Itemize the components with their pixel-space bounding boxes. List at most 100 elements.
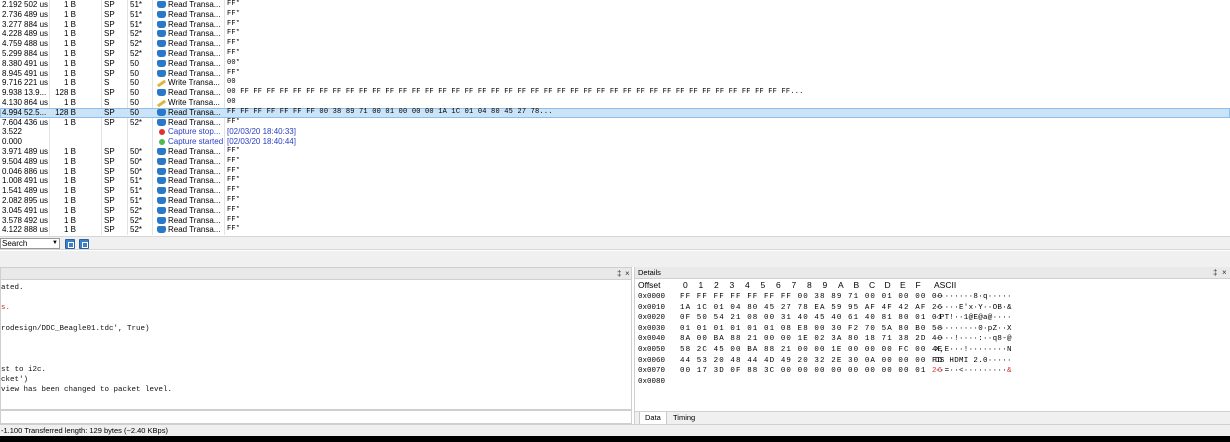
read-transaction-icon — [157, 108, 166, 116]
pin-icon[interactable]: ‡ — [617, 269, 621, 278]
packet-duration: 491 us — [24, 205, 48, 215]
packet-length: 1 B — [63, 29, 76, 39]
table-row[interactable]: 4.228 489 us 1 B SP 52* Read Transa... FF* — [0, 29, 1230, 39]
packet-address: 52* — [130, 29, 143, 39]
search-prev-button[interactable] — [65, 239, 75, 249]
hex-column-header: A — [838, 280, 844, 290]
table-row[interactable]: 2.736 489 us 1 B SP 51* Read Transa... FF* — [0, 10, 1230, 20]
read-transaction-icon — [157, 176, 167, 186]
table-row[interactable]: 4.994 52.5... 128 B SP 50 Read Transa... FF FF… — [0, 107, 1230, 118]
read-transaction-icon — [157, 40, 166, 48]
hex-column-header: 8 — [807, 280, 812, 290]
hex-ascii: ·····E'x·Y··OB·& — [935, 303, 1012, 314]
table-row[interactable]: 0.046 886 us 1 B SP 50* Read Transa... FF* — [0, 167, 1230, 177]
table-row[interactable]: 0.000 Capture started [02/03/20 18:40:44] — [0, 137, 1230, 147]
panel-splitter[interactable] — [0, 251, 1230, 267]
hex-row[interactable]: 0x0070 00 17 3D 0F 88 3C 00 00 00 00 00 0… — [635, 366, 1230, 377]
packet-data: FF* — [227, 147, 241, 155]
packet-time: 1.008 — [1, 176, 22, 186]
hex-column-header: C — [869, 280, 876, 290]
console-line: cket') — [1, 375, 29, 384]
table-row[interactable]: 9.938 13.9... 128 B SP 50 Read Transa... 00 FF… — [0, 88, 1230, 98]
packet-table[interactable]: 2.192 502 us 1 B SP 51* Read Transa... FF* 2.73… — [0, 0, 1230, 235]
table-row[interactable]: 3.971 489 us 1 B SP 50* Read Transa... FF* — [0, 147, 1230, 157]
table-row[interactable]: 3.045 491 us 1 B SP 52* Read Transa... FF* — [0, 206, 1230, 216]
table-row[interactable]: 3.277 884 us 1 B SP 51* Read Transa... FF* — [0, 20, 1230, 30]
table-row[interactable]: 8.945 491 us 1 B SP 50 Read Transa... FF* — [0, 69, 1230, 79]
hex-row[interactable]: 0x0010 1A 1C 01 04 80 45 27 78 EA 59 95 A… — [635, 303, 1230, 314]
table-row[interactable]: 4.122 888 us 1 B SP 52* Read Transa... FF* — [0, 225, 1230, 235]
packet-duration: 489 us — [24, 147, 48, 156]
table-row[interactable]: 4.130 864 us 1 B S 50 Write Transa... 00 — [0, 98, 1230, 108]
read-transaction-icon — [157, 10, 167, 20]
hex-offset: 0x0020 — [638, 314, 666, 323]
packet-duration: 221 us — [24, 78, 48, 88]
packet-time: 8.945 — [1, 68, 22, 78]
packet-data: FF* — [227, 9, 241, 18]
packet-duration: 489 us — [24, 29, 48, 39]
packet-duration: 888 us — [24, 225, 48, 235]
pin-icon[interactable]: ‡ — [1213, 268, 1217, 277]
search-next-button[interactable] — [79, 239, 89, 249]
packet-data: FF* — [227, 156, 241, 165]
hex-row[interactable]: 0x0060 44 53 20 48 44 4D 49 20 32 2E 30 0… — [635, 356, 1230, 367]
hex-column-header: 1 — [698, 280, 704, 290]
table-row[interactable]: 2.192 502 us 1 B SP 51* Read Transa... FF* — [0, 0, 1230, 10]
hex-bytes-text: 44 53 20 48 44 4D 49 20 32 2E 30 0A 00 0… — [680, 356, 944, 365]
hex-column-header: D — [884, 280, 891, 290]
table-row[interactable]: 9.716 221 us 1 B S 50 Write Transa... 00 — [0, 78, 1230, 88]
hex-ascii: X,E···!········N — [935, 345, 1012, 356]
packet-length: 1 B — [63, 98, 76, 107]
hex-row[interactable]: 0x0040 8A 00 BA 88 21 00 00 1E 02 3A 80 1… — [635, 334, 1230, 345]
packet-time: 8.380 — [1, 58, 22, 68]
hex-offset: 0x0050 — [638, 346, 666, 354]
hex-row[interactable]: 0x0080 — [635, 377, 1230, 388]
console-line: st to i2c. — [1, 365, 47, 374]
table-row[interactable]: 2.082 895 us 1 B SP 51* Read Transa... FF* — [0, 196, 1230, 206]
packet-record: SP — [104, 29, 115, 39]
packet-time: 3.045 — [1, 205, 22, 215]
hex-row[interactable]: 0x0030 01 01 01 01 01 01 08 E8 00 30 F2 7… — [635, 324, 1230, 335]
table-row[interactable]: 3.522 Capture stop... [02/03/20 18:40:33] — [0, 127, 1230, 137]
packet-length: 1 B — [63, 68, 76, 78]
table-row[interactable]: 4.759 488 us 1 B SP 52* Read Transa... FF* — [0, 39, 1230, 49]
table-row[interactable]: 1.008 491 us 1 B SP 51* Read Transa... FF* — [0, 176, 1230, 186]
table-row[interactable]: 1.541 489 us 1 B SP 51* Read Transa... FF* — [0, 186, 1230, 196]
table-row[interactable]: 3.578 492 us 1 B SP 52* Read Transa... FF* — [0, 216, 1230, 226]
packet-address: 50 — [130, 88, 139, 98]
table-row[interactable]: 8.380 491 us 1 B SP 50 Read Transa... 00* — [0, 59, 1230, 69]
packet-data: 00* — [227, 58, 241, 67]
table-row[interactable]: 9.504 489 us 1 B SP 50* Read Transa... FF* — [0, 157, 1230, 167]
packet-length: 1 B — [63, 196, 76, 205]
read-transaction-icon — [157, 30, 166, 38]
read-transaction-icon — [157, 69, 167, 79]
packet-duration: 436 us — [24, 117, 48, 127]
hex-offset: 0x0080 — [638, 377, 666, 386]
capture-stop-icon — [157, 127, 167, 137]
hex-bytes-text: 8A 00 BA 88 21 00 00 1E 02 3A 80 18 71 3… — [680, 335, 944, 344]
search-dropdown[interactable]: Search ▼ — [0, 238, 60, 249]
packet-record: SP — [104, 196, 115, 205]
console-input[interactable] — [0, 410, 632, 424]
hex-ascii: ····!····:··q8-@ — [935, 334, 1012, 345]
packet-length: 1 B — [63, 176, 76, 186]
close-icon[interactable]: × — [1222, 268, 1227, 277]
highlighted-ascii[interactable]: & — [1007, 367, 1012, 375]
packet-summary: Read Transa... — [168, 186, 221, 196]
packet-time: 4.228 — [1, 29, 22, 39]
close-icon[interactable]: × — [625, 269, 630, 278]
hex-ascii: ·PT!··1@E@a@···· — [935, 313, 1012, 324]
table-row[interactable]: 7.604 436 us 1 B SP 52* Read Transa... FF* — [0, 118, 1230, 128]
hex-row[interactable]: 0x0020 0F 50 54 21 08 00 31 40 45 40 61 4… — [635, 313, 1230, 324]
packet-length: 1 B — [63, 147, 76, 156]
packet-length: 1 B — [63, 39, 76, 49]
read-transaction-icon — [157, 118, 167, 128]
table-row[interactable]: 5.299 884 us 1 B SP 52* Read Transa... FF* — [0, 49, 1230, 59]
packet-record: SP — [104, 176, 115, 186]
packet-duration: 489 us — [24, 156, 48, 166]
hex-row[interactable]: 0x0000 FF FF FF FF FF FF FF 00 38 89 71 0… — [635, 292, 1230, 303]
packet-record: SP — [104, 0, 115, 9]
hex-row[interactable]: 0x0050 58 2C 45 00 BA 88 21 00 00 1E 00 0… — [635, 345, 1230, 356]
packet-data: FF FF FF FF FF FF FF 00 38 89 71 00 01 0… — [227, 107, 553, 116]
console-panel: ‡ × ated. s. rodesign/DDC_Beagle01.tdc', T… — [0, 267, 632, 410]
